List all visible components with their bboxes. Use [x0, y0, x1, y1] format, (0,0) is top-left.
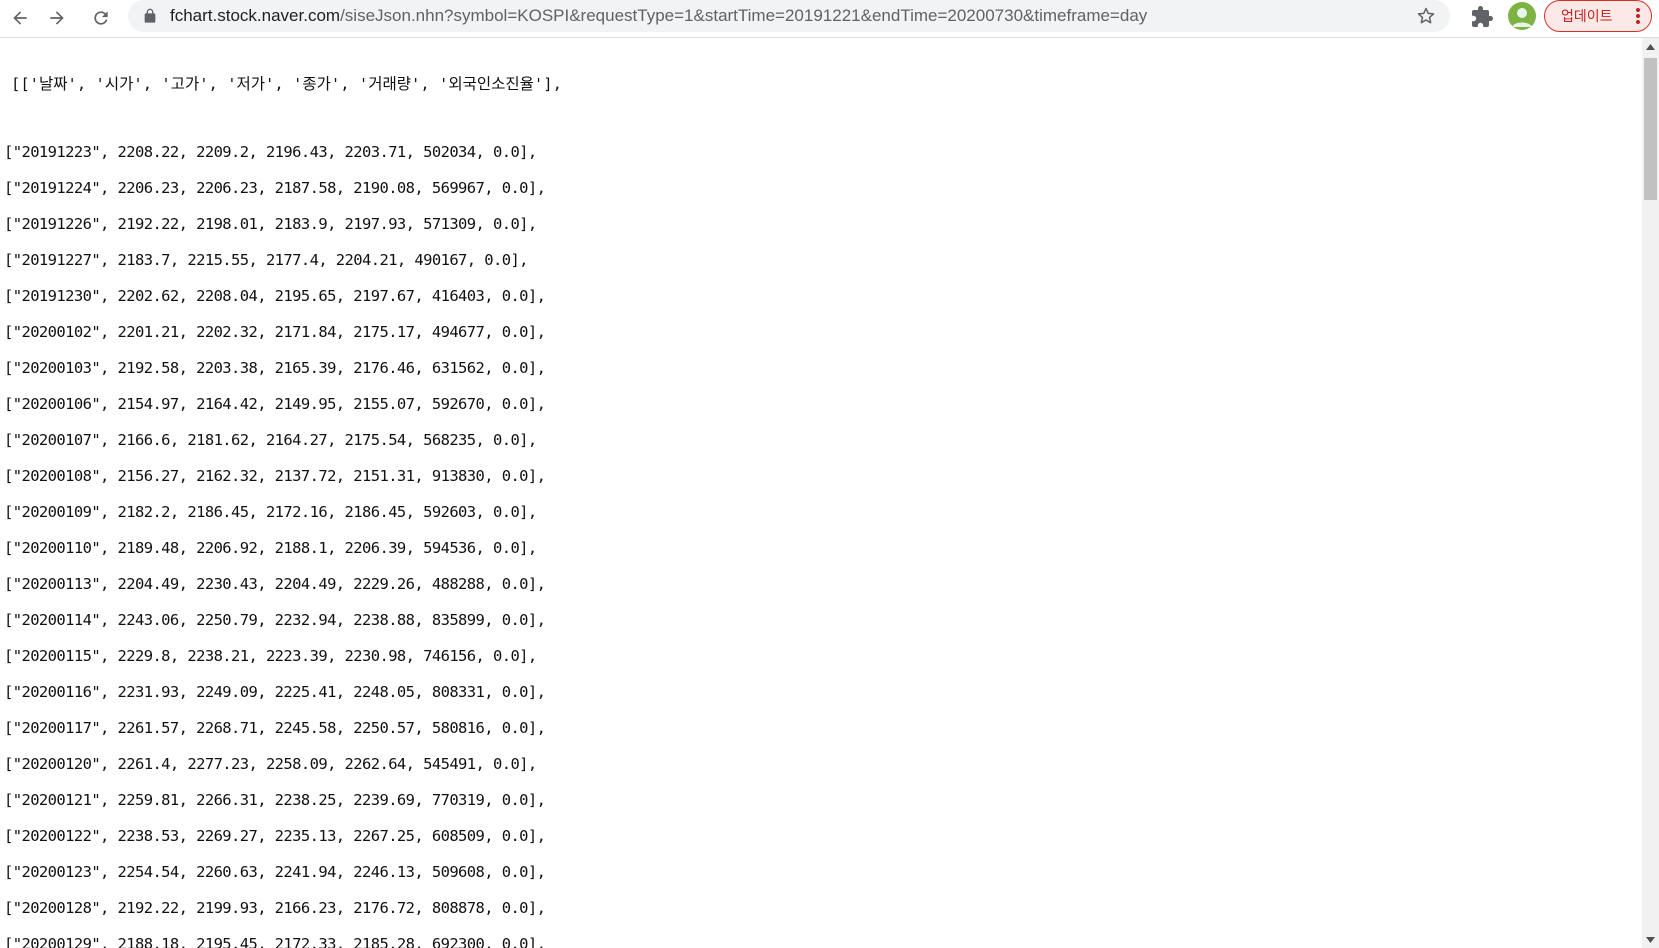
back-icon	[13, 11, 27, 25]
avatar-icon[interactable]	[1508, 2, 1536, 30]
forward-icon	[50, 11, 64, 25]
data-row: ["20200117", 2261.57, 2268.71, 2245.58, …	[4, 719, 546, 737]
browser-toolbar: fchart.stock.naver.com/siseJson.nhn?symb…	[0, 0, 1659, 38]
scroll-down-arrow-icon[interactable]	[1642, 931, 1659, 948]
data-row: ["20200129", 2188.18, 2195.45, 2172.33, …	[4, 935, 546, 948]
column-header-line: [['날짜', '시가', '고가', '저가', '종가', '거래량', '…	[11, 75, 562, 93]
data-row: ["20200121", 2259.81, 2266.31, 2238.25, …	[4, 791, 546, 809]
data-row: ["20200102", 2201.21, 2202.32, 2171.84, …	[4, 323, 546, 341]
lock-icon	[144, 8, 156, 23]
data-row: ["20200106", 2154.97, 2164.42, 2149.95, …	[4, 395, 546, 413]
extensions-icon[interactable]	[1470, 5, 1494, 29]
data-row: ["20200116", 2231.93, 2249.09, 2225.41, …	[4, 683, 546, 701]
scroll-up-arrow-icon[interactable]	[1642, 38, 1659, 55]
data-row: ["20191230", 2202.62, 2208.04, 2195.65, …	[4, 287, 546, 305]
data-row: ["20200108", 2156.27, 2162.32, 2137.72, …	[4, 467, 546, 485]
update-button[interactable]: 업데이트	[1544, 0, 1652, 32]
data-row: ["20200107", 2166.6, 2181.62, 2164.27, 2…	[4, 431, 537, 449]
json-content: [['날짜', '시가', '고가', '저가', '종가', '거래량', '…	[0, 38, 1642, 948]
reload-button[interactable]	[86, 3, 116, 33]
url-host: fchart.stock.naver.com	[170, 6, 341, 25]
url-path: /siseJson.nhn?symbol=KOSPI&requestType=1…	[340, 6, 1148, 25]
star-icon[interactable]	[1416, 6, 1436, 26]
data-row: ["20200128", 2192.22, 2199.93, 2166.23, …	[4, 899, 546, 917]
back-button[interactable]	[5, 3, 35, 33]
data-row: ["20200110", 2189.48, 2206.92, 2188.1, 2…	[4, 539, 537, 557]
data-row: ["20191224", 2206.23, 2206.23, 2187.58, …	[4, 179, 546, 197]
data-row: ["20200103", 2192.58, 2203.38, 2165.39, …	[4, 359, 546, 377]
data-row: ["20191223", 2208.22, 2209.2, 2196.43, 2…	[4, 143, 537, 161]
data-row: ["20200114", 2243.06, 2250.79, 2232.94, …	[4, 611, 546, 629]
data-row: ["20200120", 2261.4, 2277.23, 2258.09, 2…	[4, 755, 537, 773]
scrollbar-thumb[interactable]	[1644, 58, 1657, 200]
vertical-scrollbar[interactable]	[1642, 38, 1659, 948]
address-bar[interactable]: fchart.stock.naver.com/siseJson.nhn?symb…	[128, 0, 1450, 32]
forward-button[interactable]	[42, 3, 72, 33]
reload-icon	[94, 11, 108, 25]
data-row: ["20200123", 2254.54, 2260.63, 2241.94, …	[4, 863, 546, 881]
menu-dots-icon	[1636, 8, 1640, 24]
data-row: ["20200113", 2204.49, 2230.43, 2204.49, …	[4, 575, 546, 593]
url-text: fchart.stock.naver.com/siseJson.nhn?symb…	[170, 0, 1147, 32]
data-row: ["20200109", 2182.2, 2186.45, 2172.16, 2…	[4, 503, 537, 521]
data-row: ["20191227", 2183.7, 2215.55, 2177.4, 22…	[4, 251, 529, 269]
data-rows: ["20191223", 2208.22, 2209.2, 2196.43, 2…	[4, 134, 546, 948]
update-label: 업데이트	[1561, 9, 1613, 25]
data-row: ["20200122", 2238.53, 2269.27, 2235.13, …	[4, 827, 546, 845]
data-row: ["20191226", 2192.22, 2198.01, 2183.9, 2…	[4, 215, 537, 233]
data-row: ["20200115", 2229.8, 2238.21, 2223.39, 2…	[4, 647, 537, 665]
